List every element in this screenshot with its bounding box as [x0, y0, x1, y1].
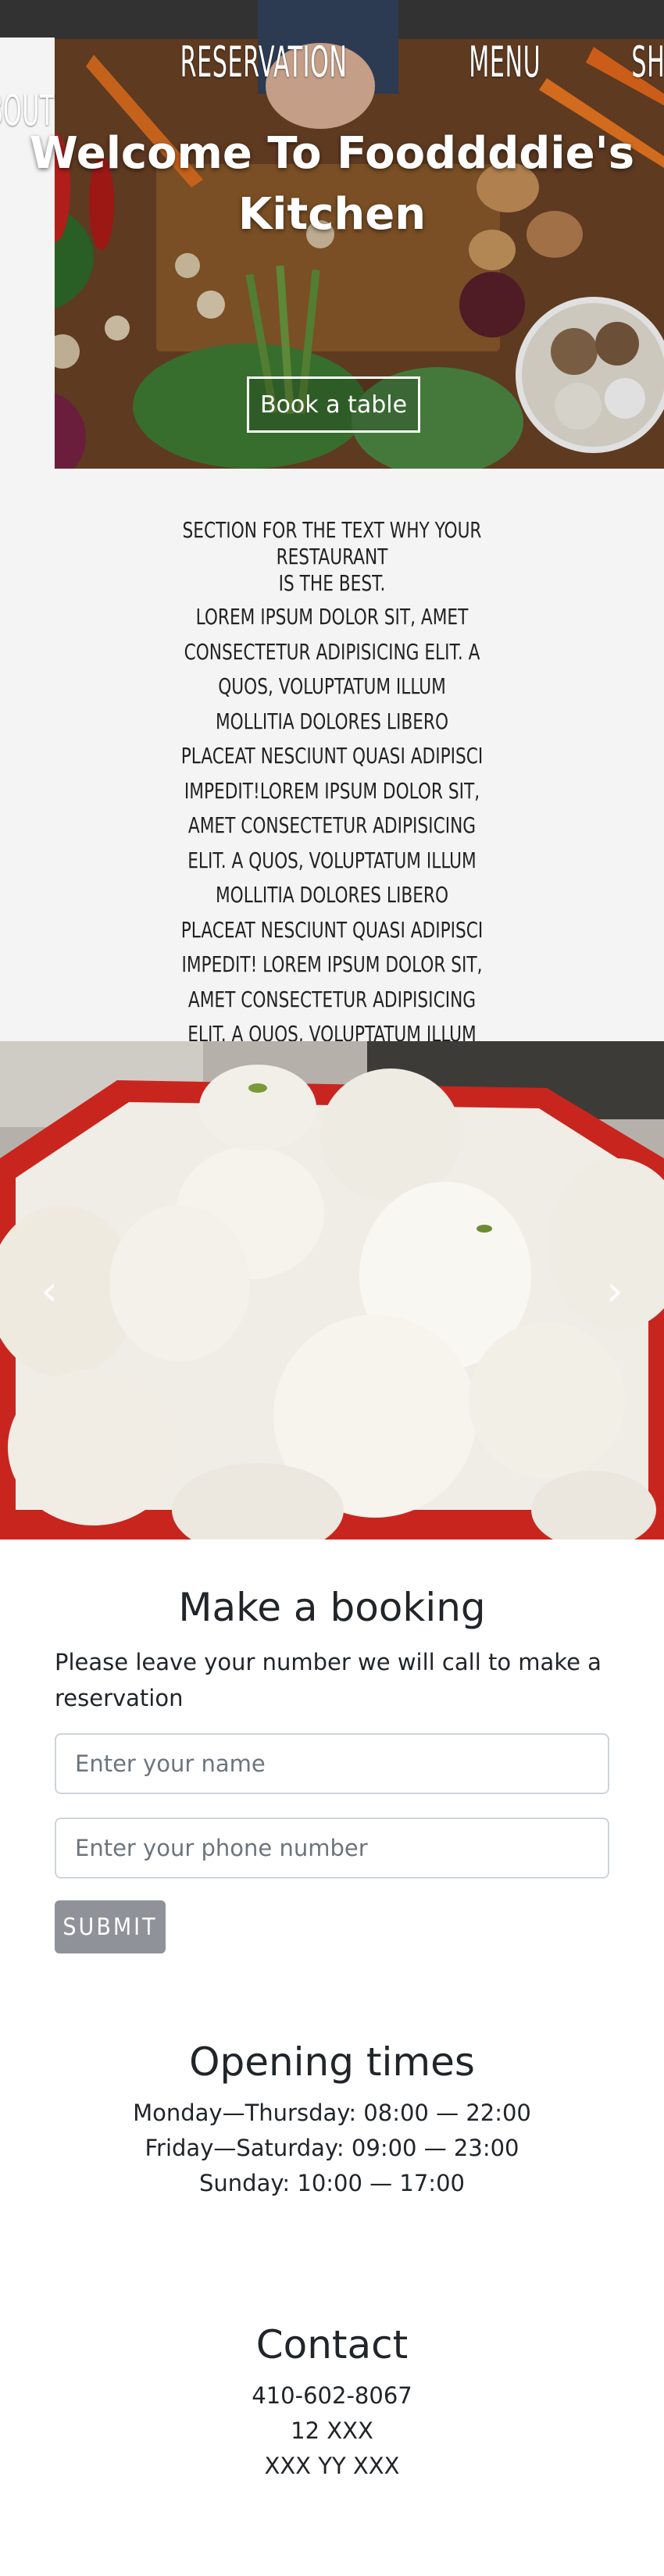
- book-table-button[interactable]: Book a table: [247, 376, 420, 433]
- nav-menu[interactable]: MENU: [469, 37, 541, 469]
- nav-shop[interactable]: SHOP: [632, 37, 664, 469]
- booking-description: Please leave your number we will call to…: [55, 1649, 602, 1711]
- phone-input[interactable]: Enter your phone number: [55, 1818, 609, 1878]
- chevron-right-icon[interactable]: ›: [595, 1268, 634, 1315]
- name-input[interactable]: Enter your name: [55, 1733, 609, 1794]
- nav-about[interactable]: ABOUT: [0, 37, 55, 469]
- contact-title: Contact: [255, 2322, 409, 2367]
- opening-line: Sunday: 10:00 — 17:00: [199, 2170, 465, 2196]
- contact-phone: 410-602-8067: [252, 2382, 412, 2409]
- carousel-food-image: [0, 1041, 664, 1540]
- chevron-left-icon[interactable]: ‹: [30, 1268, 69, 1315]
- opening-line: Monday—Thursday: 08:00 — 22:00: [133, 2100, 531, 2126]
- about-headline-line1: SECTION FOR THE TEXT WHY YOUR RESTAURANT: [182, 517, 482, 569]
- hero-section: ABOUT RESERVATION MENU SHOP Welcome To F…: [0, 0, 664, 469]
- contact-address-line1: 12 XXX: [291, 2417, 373, 2444]
- hero-title-line2: Kitchen: [237, 189, 427, 240]
- contact-address-line2: XXX YY XXX: [264, 2453, 400, 2479]
- about-section: SECTION FOR THE TEXT WHY YOUR RESTAURANT…: [0, 469, 664, 1151]
- contact-section: Contact 410-602-8067 12 XXX XXX YY XXX: [0, 2275, 664, 2576]
- about-headline-line2: IS THE BEST.: [278, 570, 386, 596]
- opening-times-section: Opening times Monday—Thursday: 08:00 — 2…: [0, 1993, 664, 2275]
- hero-title-line1: Welcome To Fooddddie's: [29, 128, 635, 179]
- image-carousel: ‹ ›: [0, 1041, 664, 1540]
- about-headline: SECTION FOR THE TEXT WHY YOUR RESTAURANT…: [177, 517, 487, 597]
- booking-title: Make a booking: [178, 1585, 486, 1630]
- opening-line: Friday—Saturday: 09:00 — 23:00: [145, 2135, 519, 2161]
- booking-section: Make a booking Please leave your number …: [0, 1540, 664, 1993]
- hero-title: Welcome To Fooddddie's Kitchen: [0, 123, 664, 245]
- opening-title: Opening times: [189, 2039, 475, 2085]
- submit-button[interactable]: SUBMIT: [55, 1900, 166, 1953]
